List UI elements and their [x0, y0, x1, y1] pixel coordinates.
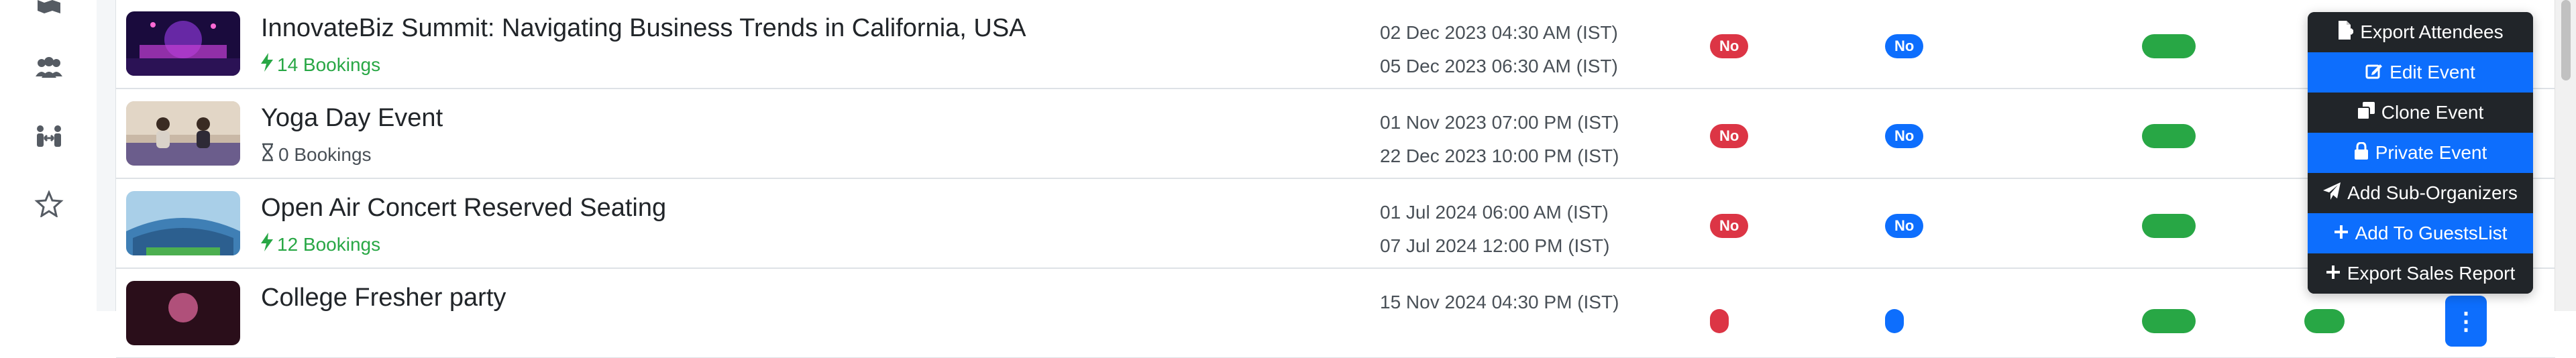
plus-icon	[2326, 263, 2341, 284]
event-start-date: 01 Jul 2024 06:00 AM (IST)	[1380, 202, 1609, 223]
people-arrows-icon[interactable]	[34, 123, 64, 154]
users-group-icon[interactable]	[34, 55, 64, 86]
table-row: Yoga Day Event 0 Bookings 01 Nov 2023 07…	[116, 88, 2555, 178]
event-thumbnail	[126, 11, 240, 76]
sidebar	[0, 0, 97, 311]
status-badge	[2142, 309, 2196, 333]
status-badge	[2304, 309, 2345, 333]
event-start-date: 15 Nov 2024 04:30 PM (IST)	[1380, 292, 1619, 312]
add-to-guestslist-label: Add To GuestsList	[2355, 223, 2508, 243]
status-badge	[2142, 124, 2196, 148]
bookings-label: 14 Bookings	[277, 54, 381, 75]
main-content: InnovateBiz Summit: Navigating Business …	[97, 0, 2555, 358]
event-start-date: 01 Nov 2023 07:00 PM (IST)	[1380, 112, 1619, 133]
event-actions-dropdown: Export Attendees Edit Event Clone Event …	[2308, 12, 2533, 294]
event-title[interactable]: Open Air Concert Reserved Seating	[261, 194, 666, 223]
bookings-label: 0 Bookings	[278, 143, 372, 165]
bookings-count[interactable]: 12 Bookings	[261, 233, 380, 256]
plus-icon	[2334, 223, 2349, 244]
paper-plane-icon	[2323, 182, 2341, 204]
event-thumbnail	[126, 281, 240, 345]
page-scrollbar[interactable]	[2555, 0, 2576, 311]
scrollbar-thumb[interactable]	[2561, 0, 2571, 80]
status-badge	[1885, 309, 1904, 333]
private-event-item[interactable]: Private Event	[2308, 133, 2533, 173]
clone-event-label: Clone Event	[2381, 102, 2484, 123]
event-start-date: 02 Dec 2023 04:30 AM (IST)	[1380, 22, 1618, 43]
actions-menu-button[interactable]: ⋮	[2445, 296, 2487, 347]
status-badge	[1710, 309, 1729, 333]
bolt-icon	[261, 53, 273, 76]
edit-event-label: Edit Event	[2390, 62, 2475, 82]
export-sales-report-item[interactable]: Export Sales Report	[2308, 253, 2533, 294]
lock-icon	[2354, 141, 2369, 164]
bookings-count[interactable]: 0 Bookings	[261, 143, 372, 166]
bookings-count[interactable]: 14 Bookings	[261, 53, 380, 76]
event-end-date: 07 Jul 2024 12:00 PM (IST)	[1380, 235, 1610, 256]
private-event-label: Private Event	[2375, 142, 2487, 163]
table-row: Open Air Concert Reserved Seating 12 Boo…	[116, 178, 2555, 268]
events-table: InnovateBiz Summit: Navigating Business …	[115, 0, 2555, 358]
table-row: College Fresher party 15 Nov 2024 04:30 …	[116, 268, 2555, 358]
status-badge: No	[1710, 124, 1749, 148]
add-sub-organizers-item[interactable]: Add Sub-Organizers	[2308, 173, 2533, 213]
star-icon[interactable]	[34, 190, 64, 221]
map-icon[interactable]	[34, 0, 64, 31]
event-thumbnail	[126, 101, 240, 166]
status-badge: No	[1710, 214, 1749, 238]
event-end-date: 05 Dec 2023 06:30 AM (IST)	[1380, 56, 1618, 76]
event-title[interactable]: Yoga Day Event	[261, 104, 443, 133]
status-badge	[2142, 34, 2196, 58]
status-badge: No	[1885, 124, 1924, 148]
event-title[interactable]: College Fresher party	[261, 284, 506, 312]
event-thumbnail	[126, 191, 240, 255]
clone-event-item[interactable]: Clone Event	[2308, 93, 2533, 133]
edit-icon	[2365, 62, 2383, 84]
hourglass-icon	[261, 143, 274, 166]
export-attendees-label: Export Attendees	[2360, 21, 2504, 42]
status-badge: No	[1885, 214, 1924, 238]
clone-icon	[2356, 101, 2375, 124]
add-sub-organizers-label: Add Sub-Organizers	[2347, 182, 2518, 203]
status-badge: No	[1710, 34, 1749, 58]
bolt-icon	[261, 233, 273, 256]
edit-event-item[interactable]: Edit Event	[2308, 52, 2533, 93]
status-badge: No	[1885, 34, 1924, 58]
event-title[interactable]: InnovateBiz Summit: Navigating Business …	[261, 14, 1026, 43]
export-attendees-item[interactable]: Export Attendees	[2308, 12, 2533, 52]
table-row: InnovateBiz Summit: Navigating Business …	[116, 0, 2555, 88]
file-export-icon	[2337, 20, 2355, 44]
export-sales-report-label: Export Sales Report	[2347, 263, 2516, 284]
event-end-date: 22 Dec 2023 10:00 PM (IST)	[1380, 145, 1619, 166]
bookings-label: 12 Bookings	[277, 233, 381, 255]
status-badge	[2142, 214, 2196, 238]
add-to-guestslist-item[interactable]: Add To GuestsList	[2308, 213, 2533, 253]
